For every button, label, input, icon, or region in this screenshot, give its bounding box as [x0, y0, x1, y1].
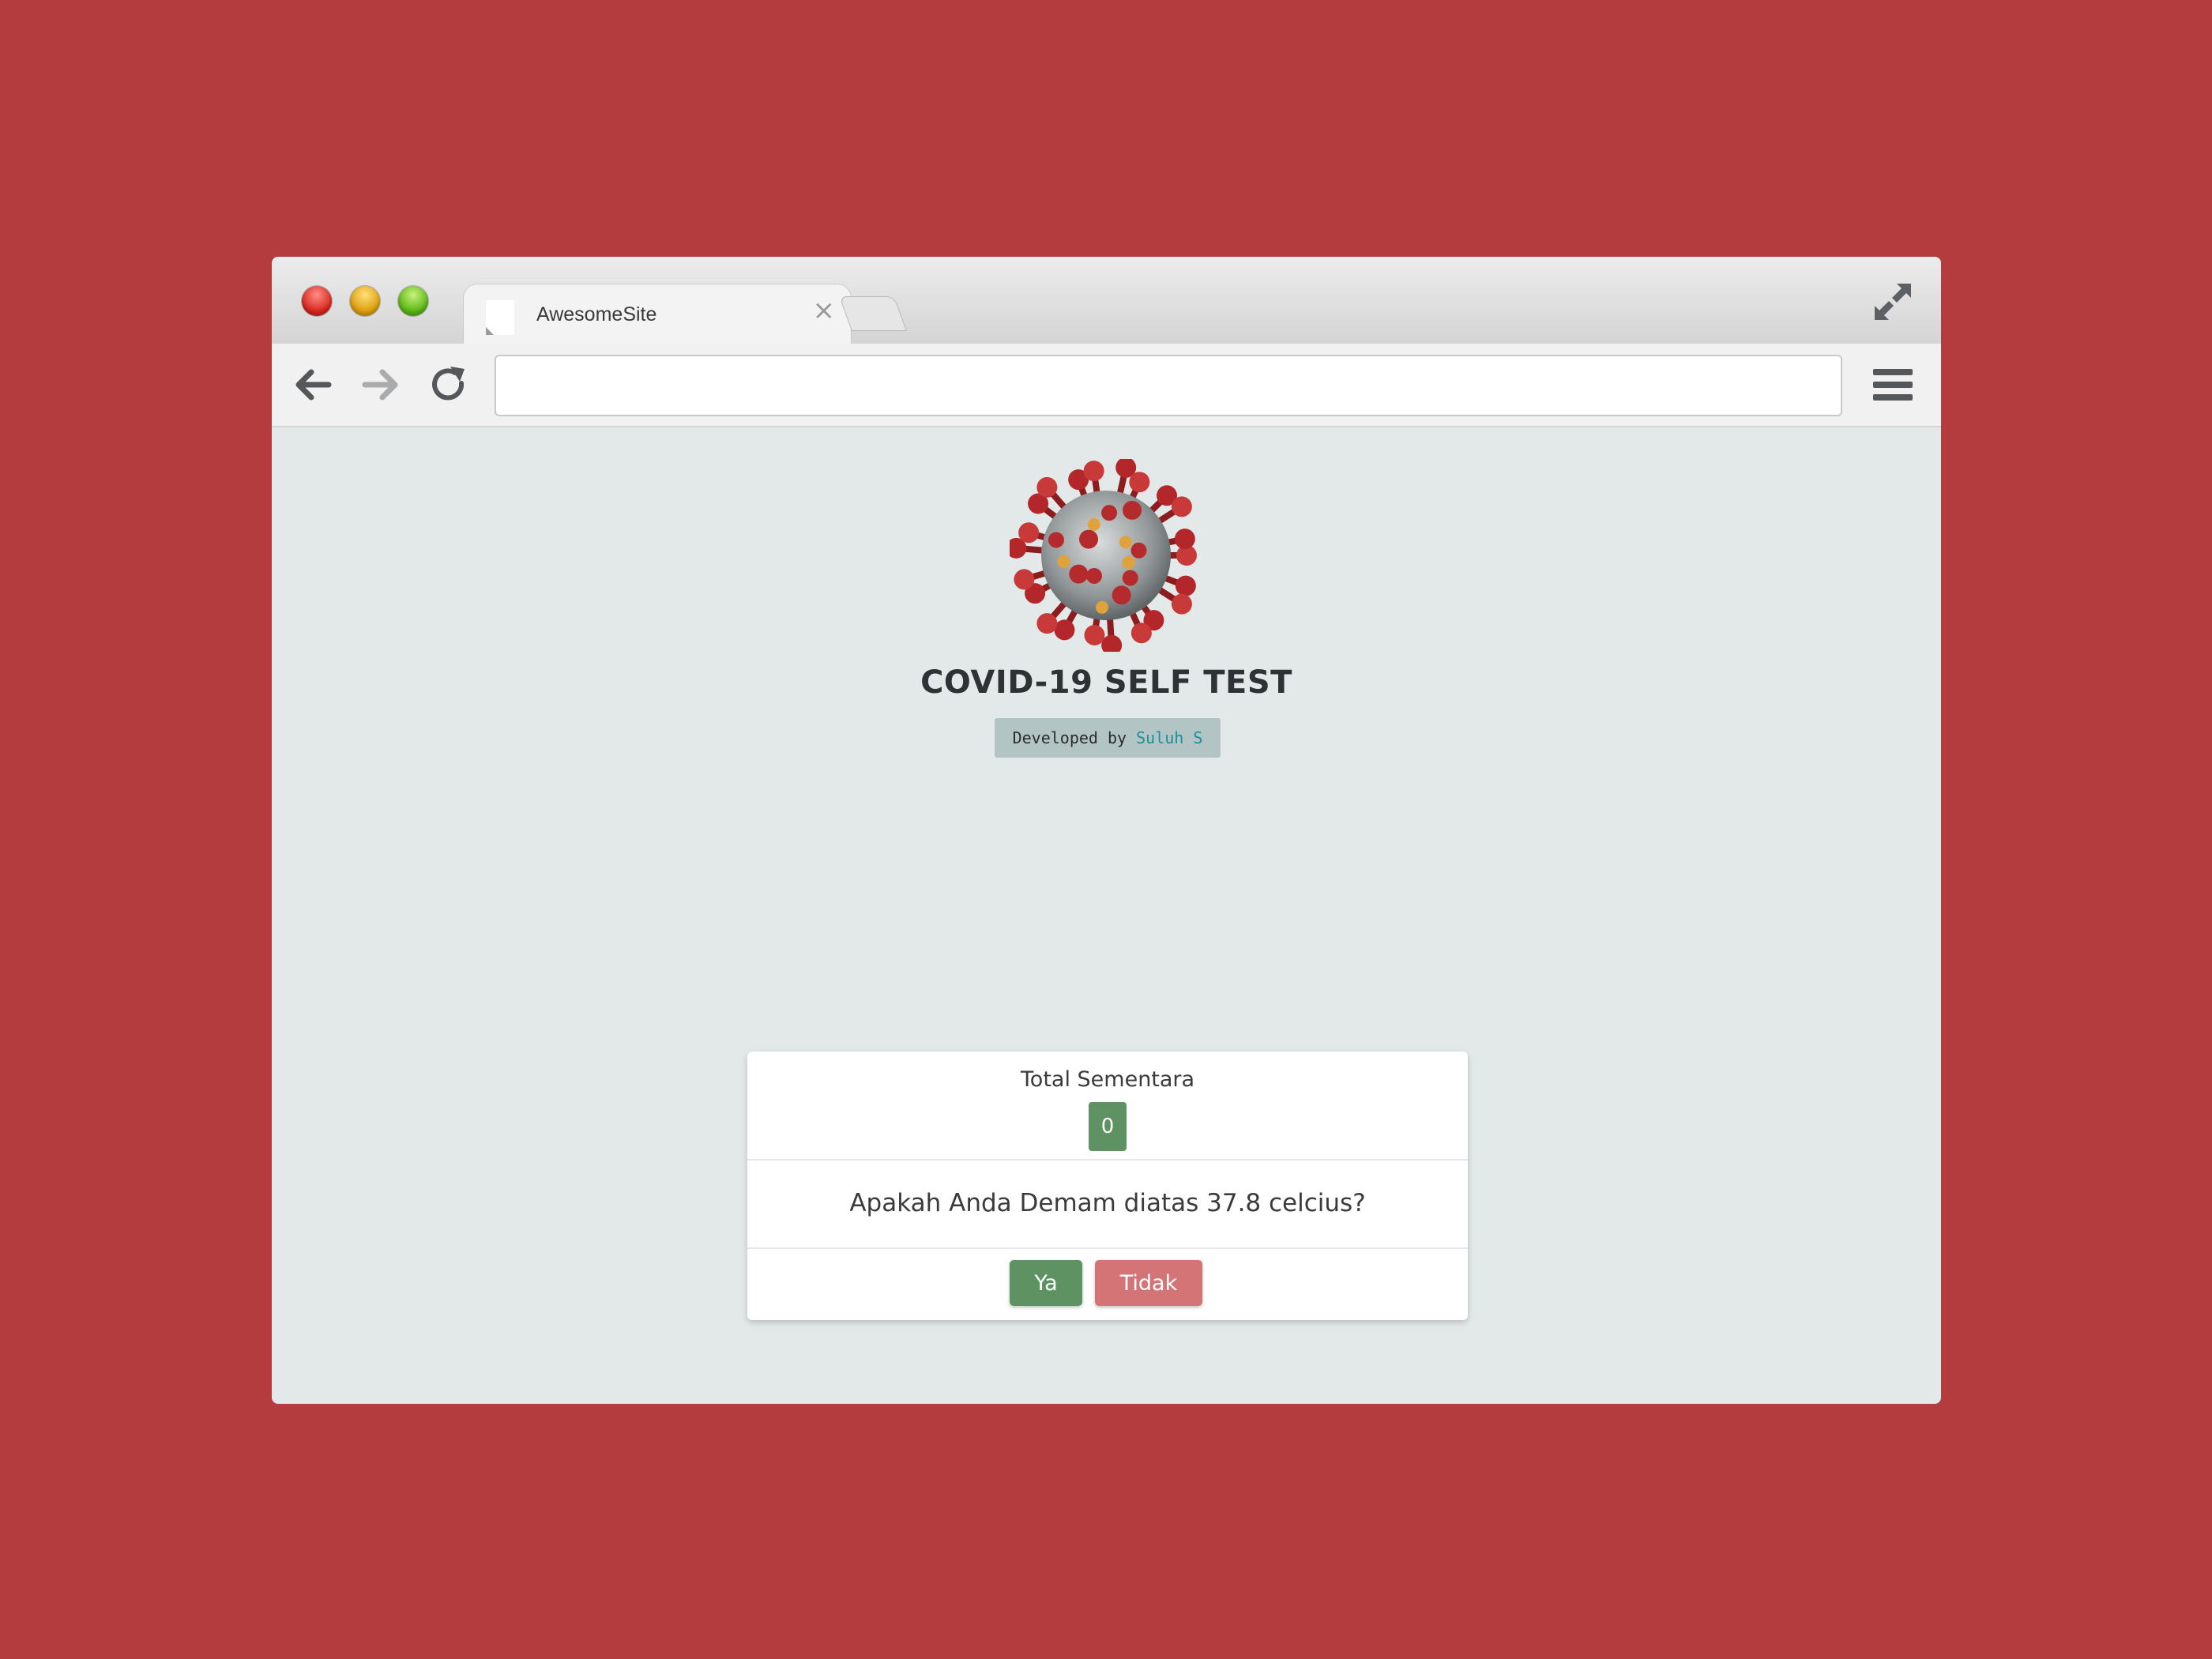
credit-prefix: Developed by	[1012, 728, 1137, 747]
virus-surface-protein	[1123, 500, 1142, 520]
virus-spike-head	[1054, 619, 1075, 641]
forward-arrow-icon[interactable]	[360, 364, 401, 405]
total-score-badge: 0	[1089, 1102, 1127, 1151]
no-button[interactable]: Tidak	[1095, 1260, 1202, 1306]
virus-spike-head	[1130, 623, 1152, 644]
virus-spike-head	[1174, 529, 1195, 550]
virus-surface-protein	[1079, 529, 1099, 549]
card-body: Apakah Anda Demam diatas 37.8 celcius?	[747, 1161, 1468, 1249]
virus-surface-protein	[1122, 555, 1135, 569]
virus-spike-head	[1171, 593, 1192, 615]
browser-tab[interactable]: AwesomeSite ×	[463, 284, 852, 344]
virus-spike-head	[1083, 461, 1104, 482]
virus-surface-protein	[1085, 567, 1102, 584]
page-favicon-icon	[486, 300, 514, 335]
back-arrow-icon[interactable]	[292, 364, 333, 405]
question-text: Apakah Anda Demam diatas 37.8 celcius?	[849, 1189, 1366, 1217]
card-footer: Ya Tidak	[747, 1249, 1468, 1320]
virus-surface-protein	[1087, 517, 1100, 531]
fullscreen-icon[interactable]	[1873, 282, 1913, 322]
browser-window: AwesomeSite × COVID-19 SELF TEST Develop…	[272, 257, 1941, 1404]
address-bar[interactable]	[495, 355, 1842, 416]
reload-icon[interactable]	[428, 364, 469, 405]
close-window-button[interactable]	[302, 286, 332, 316]
virus-spike-head	[1018, 522, 1040, 544]
title-bar: AwesomeSite ×	[272, 257, 1941, 344]
virus-surface-protein	[1101, 505, 1118, 521]
coronavirus-illustration	[1010, 459, 1197, 652]
virus-surface-protein	[1096, 600, 1109, 614]
virus-spike-head	[1129, 472, 1150, 493]
maximize-window-button[interactable]	[398, 286, 428, 316]
new-tab-button[interactable]	[838, 296, 908, 331]
virus-surface-protein	[1130, 542, 1147, 559]
virus-spike-head	[1036, 476, 1058, 498]
virus-spike-head	[1171, 496, 1192, 517]
virus-surface-protein	[1119, 536, 1132, 549]
tab-close-icon[interactable]: ×	[813, 297, 836, 324]
page-title: COVID-19 SELF TEST	[920, 664, 1292, 701]
yes-button[interactable]: Ya	[1010, 1260, 1082, 1306]
total-label: Total Sementara	[1020, 1067, 1195, 1092]
hamburger-menu-icon[interactable]	[1873, 367, 1913, 402]
minimize-window-button[interactable]	[350, 286, 380, 316]
author-link[interactable]: Suluh S	[1136, 728, 1202, 747]
virus-spike-head	[1175, 575, 1196, 596]
browser-toolbar	[272, 344, 1941, 427]
virus-surface-protein	[1069, 564, 1089, 584]
virus-surface-protein	[1048, 532, 1064, 548]
virus-surface-protein	[1057, 555, 1070, 569]
virus-spike-head	[1036, 613, 1058, 634]
tab-title: AwesomeSite	[536, 303, 657, 325]
question-card: Total Sementara 0 Apakah Anda Demam diat…	[747, 1051, 1468, 1320]
card-header: Total Sementara 0	[747, 1051, 1468, 1161]
virus-surface-protein	[1122, 570, 1138, 586]
virus-spike-head	[1014, 569, 1035, 590]
page-content: COVID-19 SELF TEST Developed by Suluh S …	[272, 427, 1941, 1404]
developer-credit: Developed by Suluh S	[995, 718, 1221, 758]
virus-spike-head	[1084, 624, 1105, 645]
virus-surface-protein	[1112, 585, 1131, 605]
